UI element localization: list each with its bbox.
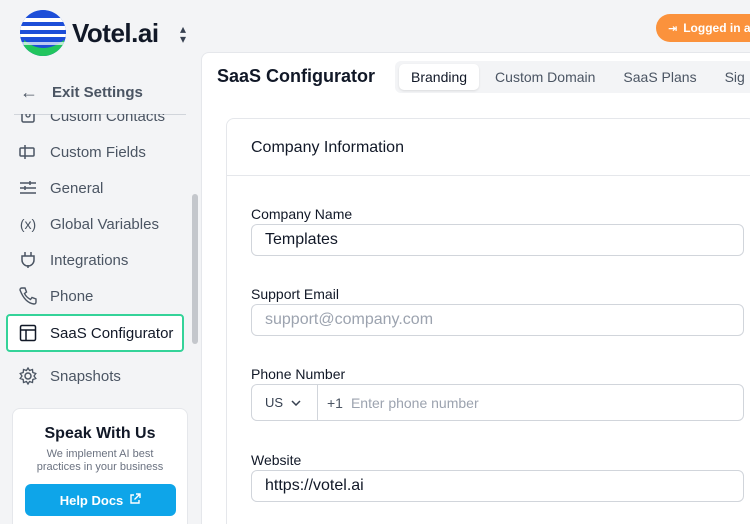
sidebar-item-integrations[interactable]: Integrations: [6, 242, 184, 278]
globe-logo-icon: [20, 10, 66, 56]
sidebar-item-saas-configurator[interactable]: SaaS Configurator: [6, 314, 184, 352]
main-panel: SaaS Configurator Branding Custom Domain…: [201, 52, 750, 524]
chevron-up-down-icon[interactable]: ▴ ▾: [180, 23, 186, 45]
phone-icon: [18, 286, 38, 306]
sliders-icon: [18, 178, 38, 198]
sidebar-scrollbar[interactable]: [192, 194, 198, 344]
company-name-input[interactable]: Templates: [251, 224, 744, 256]
sidebar-item-snapshots[interactable]: Snapshots: [6, 358, 184, 394]
card-title: Company Information: [251, 139, 404, 156]
sidebar-item-label: Snapshots: [50, 367, 121, 385]
country-code-select[interactable]: US: [252, 385, 318, 420]
brand-logo[interactable]: Votel.ai: [20, 10, 159, 56]
tab-saas-plans[interactable]: SaaS Plans: [611, 64, 708, 90]
sidebar-item-custom-fields[interactable]: Custom Fields: [6, 134, 184, 170]
website-label: Website: [251, 452, 302, 468]
sidebar-item-label: SaaS Configurator: [50, 324, 174, 342]
company-name-label: Company Name: [251, 206, 353, 222]
sidebar-item-label: Custom Contacts: [50, 114, 166, 125]
company-information-card: Company Information Company Name Templat…: [226, 118, 750, 524]
promo-title: Speak With Us: [44, 425, 156, 442]
sidebar-item-general[interactable]: General: [6, 170, 184, 206]
tab-branding[interactable]: Branding: [399, 64, 480, 90]
exit-settings-label: Exit Settings: [52, 84, 143, 101]
chevron-down-icon: [291, 397, 301, 409]
support-email-label: Support Email: [251, 286, 339, 302]
gear-icon: [18, 366, 38, 386]
external-link-icon: [129, 492, 141, 508]
layout-icon: [18, 323, 38, 343]
tab-sig[interactable]: Sig: [713, 64, 750, 90]
settings-tabs: Branding Custom Domain SaaS Plans Sig: [395, 61, 750, 93]
phone-number-field[interactable]: US +1 Enter phone number: [251, 384, 744, 421]
sidebar-item-label: Global Variables: [50, 215, 159, 233]
top-bar: Votel.ai ▴ ▾ ⇥ Logged in a: [0, 0, 750, 56]
settings-nav: Custom Contacts Custom Fields General (x…: [0, 114, 200, 404]
sidebar-item-label: Phone: [50, 287, 94, 305]
sidebar-item-label: General: [50, 179, 104, 197]
sidebar-item-label: Integrations: [50, 251, 129, 269]
page-title: SaaS Configurator: [217, 66, 376, 86]
fields-icon: [18, 142, 38, 162]
logout-icon: ⇥: [668, 22, 678, 35]
support-email-input[interactable]: support@company.com: [251, 304, 744, 336]
arrow-left-icon: ←: [20, 82, 38, 102]
sidebar-item-phone[interactable]: Phone: [6, 278, 184, 314]
exit-settings-link[interactable]: ← Exit Settings: [20, 82, 143, 103]
brand-name: Votel.ai: [72, 17, 159, 48]
sidebar-item-label: Custom Fields: [50, 143, 146, 161]
tab-custom-domain[interactable]: Custom Domain: [483, 64, 607, 90]
contacts-icon: [18, 114, 38, 126]
speak-with-us-card: Speak With Us We implement AI best pract…: [12, 408, 188, 524]
promo-description: We implement AI best practices in your b…: [36, 448, 164, 473]
logged-in-button[interactable]: ⇥ Logged in a: [656, 14, 750, 42]
sidebar-item-custom-contacts[interactable]: Custom Contacts: [6, 114, 184, 134]
plug-icon: [18, 250, 38, 270]
logged-in-label: Logged in a: [683, 21, 750, 35]
variables-icon: (x): [19, 216, 37, 232]
divider: [227, 175, 750, 176]
sidebar-item-global-variables[interactable]: (x) Global Variables: [6, 206, 184, 242]
settings-sidebar: ← Exit Settings Custom Contacts Custom F…: [0, 56, 200, 524]
website-input[interactable]: https://votel.ai: [251, 470, 744, 502]
phone-number-label: Phone Number: [251, 366, 346, 382]
country-code-value: US: [265, 395, 284, 410]
help-docs-button[interactable]: Help Docs: [25, 484, 176, 516]
dial-code: +1: [327, 394, 343, 411]
help-docs-label: Help Docs: [59, 492, 124, 508]
phone-number-input[interactable]: Enter phone number: [351, 395, 479, 411]
